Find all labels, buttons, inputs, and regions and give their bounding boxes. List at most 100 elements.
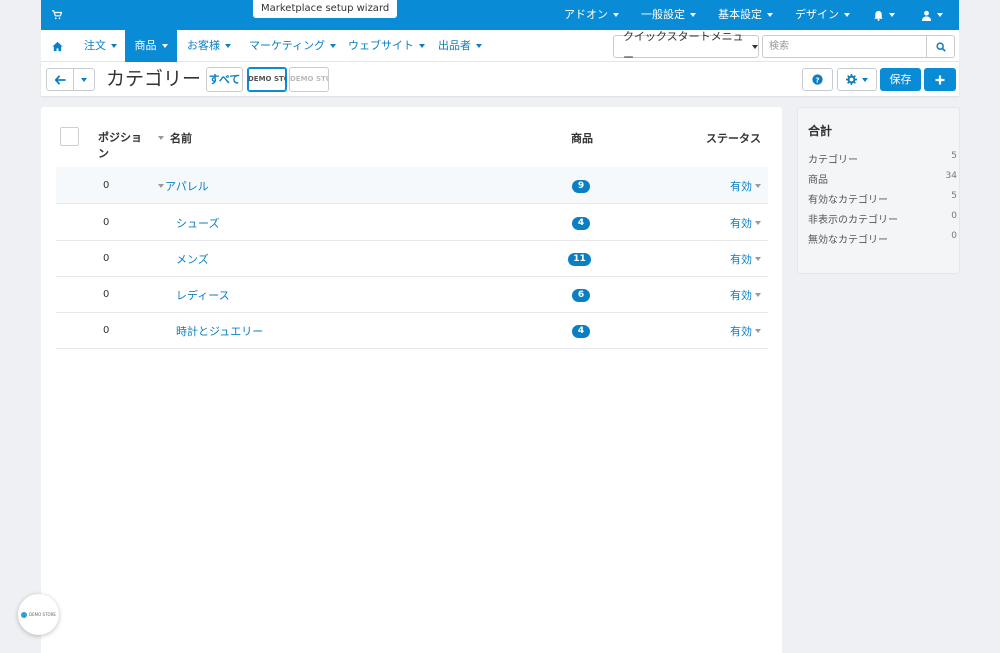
status-dropdown[interactable]: 有効 [730, 215, 761, 231]
chevron-down-icon [752, 44, 758, 49]
row-position[interactable]: 0 [103, 325, 109, 336]
product-count-badge[interactable]: 4 [572, 217, 590, 230]
select-all-checkbox[interactable] [60, 127, 79, 146]
status-label: 有効 [730, 325, 752, 338]
storefront-all-button[interactable]: すべて [206, 67, 243, 92]
header-name-label: 名前 [170, 132, 192, 145]
chevron-down-icon[interactable] [158, 184, 164, 188]
nav-customers-label: お客様 [187, 39, 220, 52]
store-floating-label: DEMO STORE [29, 612, 56, 617]
chevron-down-icon [755, 293, 761, 297]
status-label: 有効 [730, 180, 752, 193]
svg-text:?: ? [815, 75, 819, 84]
chevron-down-icon [419, 44, 425, 48]
row-position[interactable]: 0 [103, 289, 109, 300]
storefront-logo-2[interactable]: DEMO STORE [289, 67, 329, 92]
product-count-badge[interactable]: 4 [572, 325, 590, 338]
home-icon [52, 41, 63, 51]
nav-orders[interactable]: 注文 [74, 30, 127, 62]
row-name-link[interactable]: アパレル [158, 178, 209, 194]
top-menu-addons[interactable]: アドオン [553, 0, 630, 30]
help-button[interactable]: ? [802, 68, 833, 91]
help-icon: ? [812, 74, 823, 85]
add-category-button[interactable] [924, 68, 956, 91]
chevron-down-icon [755, 257, 761, 261]
chevron-down-icon [889, 13, 895, 17]
quickstart-menu-button[interactable]: クイックスタートメニュー [613, 30, 759, 64]
product-count-badge[interactable]: 9 [572, 180, 590, 193]
chevron-down-icon [613, 13, 619, 17]
chevron-down-icon [862, 77, 868, 82]
chevron-down-icon [111, 44, 117, 48]
store-floating-button[interactable]: DEMO STORE [18, 594, 59, 635]
status-dropdown[interactable]: 有効 [730, 287, 761, 303]
chevron-down-icon [476, 44, 482, 48]
summary-sidebar: 合計 カテゴリー 5 商品 34 有効なカテゴリー 5 非表示のカテゴリー 0 無効なカ… [797, 107, 960, 274]
row-position[interactable]: 0 [103, 253, 109, 264]
summary-value: 34 [945, 171, 957, 181]
home-button[interactable] [41, 30, 74, 62]
header-name[interactable]: 名前 [158, 130, 192, 146]
nav-website[interactable]: ウェブサイト [338, 30, 435, 62]
back-button[interactable] [46, 68, 74, 91]
marketplace-setup-wizard-button[interactable]: Marketplace setup wizard [253, 0, 398, 18]
status-dropdown[interactable]: 有効 [730, 323, 761, 339]
nav-products-label: 商品 [134, 39, 157, 52]
nav-products[interactable]: 商品 [125, 30, 177, 62]
row-name-link[interactable]: メンズ [176, 251, 209, 267]
chevron-down-icon [690, 13, 696, 17]
page-title: カテゴリー [106, 68, 202, 90]
gear-icon [846, 74, 857, 85]
plus-icon [935, 75, 945, 84]
row-name-link[interactable]: シューズ [176, 215, 219, 231]
status-dropdown[interactable]: 有効 [730, 178, 761, 194]
chevron-down-icon [225, 44, 231, 48]
nav-marketing[interactable]: マーケティング [239, 30, 346, 62]
user-menu-button[interactable] [909, 0, 959, 30]
table-row: 0 レディース 6 有効 [56, 276, 768, 313]
nav-customers[interactable]: お客様 [177, 30, 241, 62]
chevron-down-icon [755, 221, 761, 225]
nav-website-label: ウェブサイト [348, 39, 414, 52]
summary-row: カテゴリー 5 [808, 151, 957, 166]
nav-vendors-label: 出品者 [438, 39, 471, 52]
storefront-logo-1[interactable]: DEMO STORE [247, 67, 287, 92]
header-products[interactable]: 商品 [571, 130, 593, 146]
status-dropdown[interactable]: 有効 [730, 251, 761, 267]
status-label: 有効 [730, 253, 752, 266]
back-dropdown-button[interactable] [74, 68, 95, 91]
settings-button[interactable] [837, 68, 877, 91]
save-button[interactable]: 保存 [880, 68, 921, 91]
notifications-button[interactable] [861, 0, 909, 30]
top-menu-addons-label: アドオン [564, 8, 608, 21]
summary-row: 有効なカテゴリー 5 [808, 191, 957, 206]
cart-icon[interactable] [52, 9, 62, 21]
arrow-left-icon [54, 74, 66, 85]
chevron-down-icon [755, 329, 761, 333]
top-menu-design[interactable]: デザイン [784, 0, 861, 30]
chevron-down-icon [767, 13, 773, 17]
chevron-down-icon [81, 77, 87, 82]
row-position[interactable]: 0 [103, 180, 109, 191]
top-menu-design-label: デザイン [795, 8, 839, 21]
product-count-badge[interactable]: 11 [568, 253, 591, 266]
row-position[interactable]: 0 [103, 217, 109, 228]
main-nav: 注文 商品 お客様 マーケティング ウェブサイト 出品者 クイックスタートメニュ… [41, 30, 959, 64]
summary-value: 0 [951, 231, 957, 241]
search-icon [935, 41, 946, 52]
table-row: 0 シューズ 4 有効 [56, 204, 768, 241]
search-button[interactable] [926, 35, 955, 58]
status-label: 有効 [730, 289, 752, 302]
nav-vendors[interactable]: 出品者 [428, 30, 492, 62]
search-input[interactable] [762, 35, 926, 58]
header-status[interactable]: ステータス [706, 130, 761, 146]
row-name-link[interactable]: レディース [176, 287, 230, 303]
product-count-badge[interactable]: 6 [572, 289, 590, 302]
header-position[interactable]: ポジション [98, 130, 142, 162]
summary-title: 合計 [808, 124, 833, 138]
nav-marketing-label: マーケティング [249, 39, 326, 52]
store-logo-icon [21, 611, 28, 618]
row-name-link[interactable]: 時計とジュエリー [176, 323, 263, 339]
summary-value: 5 [951, 151, 957, 161]
bell-icon [874, 10, 883, 21]
